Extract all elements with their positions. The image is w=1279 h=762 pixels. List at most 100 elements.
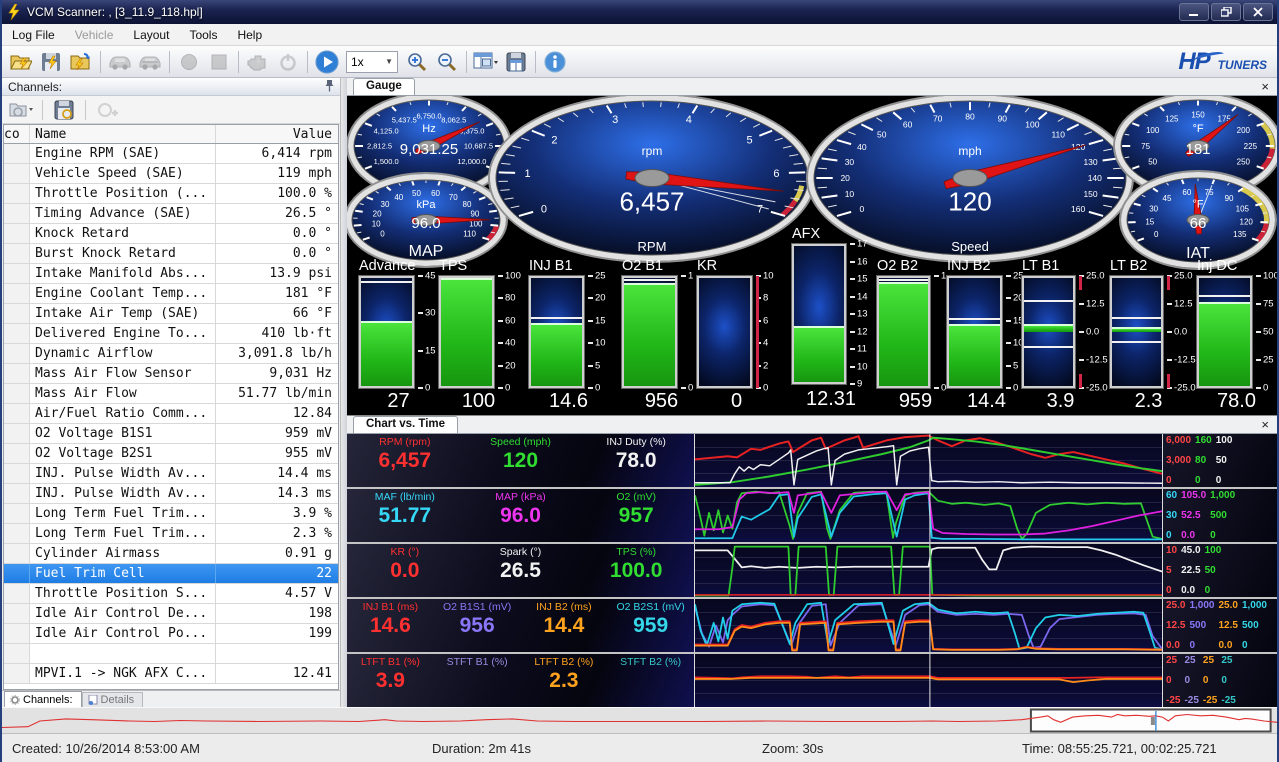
channel-row[interactable]: INJ. Pulse Width Av...14.3 ms [4,484,338,504]
chart-plot-area[interactable] [695,544,1163,597]
channel-row[interactable]: O2 Voltage B2S1955 mV [4,444,338,464]
chart-channel-cell[interactable]: Spark (°)26.5 [463,544,579,597]
channel-row[interactable]: Idle Air Control Po...199 [4,624,338,644]
tab-channels[interactable]: Channels: [4,691,82,707]
channel-row[interactable]: Fuel Trim Cell22 [4,564,338,584]
channel-name: Vehicle Speed (SAE) [30,164,216,183]
chart-channel-cell[interactable]: MAF (lb/min)51.77 [347,489,463,542]
tab-gauge[interactable]: Gauge [353,78,415,95]
channel-name: INJ. Pulse Width Av... [30,484,216,503]
overview-selection[interactable] [1031,710,1271,732]
open-log-button[interactable] [7,49,35,75]
gauge-panel-close-icon[interactable]: × [1261,79,1269,94]
channel-row[interactable]: Burst Knock Retard0.0 ° [4,244,338,264]
channel-row[interactable]: O2 Voltage B1S1959 mV [4,424,338,444]
svg-text:135: 135 [1233,230,1247,239]
zoom-out-button[interactable] [433,49,461,75]
save-layout-button[interactable] [502,49,530,75]
chart-channel-cell[interactable]: TPS (%)100.0 [578,544,694,597]
chart-channel-cell[interactable]: LTFT B2 (%)2.3 [521,654,608,707]
tab-chart-vs-time[interactable]: Chart vs. Time [353,416,458,433]
overview-cursor-grip [1151,717,1155,725]
channel-save-button[interactable] [49,98,79,122]
channel-row[interactable]: Intake Manifold Abs...13.9 psi [4,264,338,284]
channel-row[interactable]: Delivered Engine To...410 lb·ft [4,324,338,344]
bar-gauge-tick [1167,359,1172,361]
channel-row[interactable]: Engine Coolant Temp...181 °F [4,284,338,304]
channel-row[interactable]: Engine RPM (SAE)6,414 rpm [4,144,338,164]
chart-channel-cell[interactable]: MAP (kPa)96.0 [463,489,579,542]
chart-channel-cell[interactable]: INJ B1 (ms)14.6 [347,599,434,652]
channel-row[interactable]: Mass Air Flow51.77 lb/min [4,384,338,404]
chart-channel-cell[interactable]: O2 B2S1 (mV)959 [607,599,694,652]
chart-plot-area[interactable] [695,489,1163,542]
channel-row[interactable]: Air/Fuel Ratio Comm...12.84 [4,404,338,424]
channel-row[interactable] [4,644,338,664]
chart-channel-cell[interactable]: STFT B1 (%) [434,654,521,707]
channel-row[interactable]: INJ. Pulse Width Av...14.4 ms [4,464,338,484]
chart-channel-cell[interactable]: INJ B2 (ms)14.4 [521,599,608,652]
chart-channel-cell[interactable]: O2 (mV)957 [578,489,694,542]
toolbar-separator [466,51,467,73]
channel-row[interactable]: Intake Air Temp (SAE)66 °F [4,304,338,324]
channel-row[interactable]: Idle Air Control De...198 [4,604,338,624]
chart-channel-cell[interactable]: Speed (mph)120 [463,434,579,487]
bar-gauge-tick-label: 1 [688,271,693,282]
menu-item-help[interactable]: Help [227,25,272,45]
play-button[interactable] [313,49,341,75]
channel-row[interactable]: Knock Retard0.0 ° [4,224,338,244]
bar-gauge-body [947,276,1002,388]
channel-row[interactable]: Vehicle Speed (SAE)119 mph [4,164,338,184]
chart-panel-close-icon[interactable]: × [1261,417,1269,432]
bar-gauge-tick-label: 17 [857,239,868,250]
bar-gauge-tick [1006,297,1011,299]
menu-item-layout[interactable]: Layout [123,25,179,45]
chart-channel-name: O2 (mV) [616,491,656,503]
channel-co-cell [4,464,30,483]
channel-row[interactable]: MPVI.1 -> NGK AFX C...12.41 [4,664,338,684]
info-button[interactable] [541,49,569,75]
channel-row[interactable]: Dynamic Airflow3,091.8 lb/h [4,344,338,364]
playback-speed-select[interactable]: 1x▼ [346,51,398,73]
chart-channel-cell[interactable]: O2 B1S1 (mV)956 [434,599,521,652]
chart-channel-cell[interactable]: KR (°)0.0 [347,544,463,597]
channel-add-button [92,98,122,122]
chart-scale-value: 12.5 [1166,620,1185,631]
pin-icon[interactable] [325,79,334,95]
chart-plot-area[interactable] [695,654,1163,707]
log-overview-strip[interactable] [2,707,1277,733]
channel-row[interactable]: Throttle Position (...100.0 % [4,184,338,204]
record-button [175,49,203,75]
zoom-in-button[interactable] [403,49,431,75]
menu-item-log-file[interactable]: Log File [2,25,65,45]
save-log-button[interactable] [37,49,65,75]
channel-row[interactable]: Long Term Fuel Trim...2.3 % [4,524,338,544]
layout-button[interactable] [472,49,500,75]
tab-details[interactable]: Details [82,692,144,707]
channel-config-open-button[interactable] [6,98,36,122]
chart-plot-area[interactable] [695,434,1163,487]
menu-item-vehicle[interactable]: Vehicle [65,25,124,45]
chart-scale-column: 6,0003,0000 [1166,435,1191,486]
channel-row[interactable]: Cylinder Airmass0.91 g [4,544,338,564]
svg-text:80: 80 [463,200,472,209]
chart-scale-value: 0 [1166,475,1191,486]
channel-row[interactable]: Long Term Fuel Trim...3.9 % [4,504,338,524]
bar-gauge-fill [1024,324,1073,332]
chart-plot-area[interactable] [695,599,1163,652]
panel-splitter[interactable] [340,78,347,707]
restore-button[interactable] [1211,3,1241,21]
chart-series [695,446,1162,485]
chart-channel-cell[interactable]: STFT B2 (%) [607,654,694,707]
close-button[interactable] [1243,3,1273,21]
reopen-log-button[interactable] [67,49,95,75]
chart-channel-cell[interactable]: RPM (rpm)6,457 [347,434,463,487]
channel-row[interactable]: Timing Advance (SAE)26.5 ° [4,204,338,224]
minimize-button[interactable] [1179,3,1209,21]
channel-row[interactable]: Throttle Position S...4.57 V [4,584,338,604]
menu-item-tools[interactable]: Tools [179,25,227,45]
chart-channel-cell[interactable]: INJ Duty (%)78.0 [578,434,694,487]
channel-row[interactable]: Mass Air Flow Sensor9,031 Hz [4,364,338,384]
chart-channel-cell[interactable]: LTFT B1 (%)3.9 [347,654,434,707]
chart-scale-column: 250-25 [1221,655,1235,706]
